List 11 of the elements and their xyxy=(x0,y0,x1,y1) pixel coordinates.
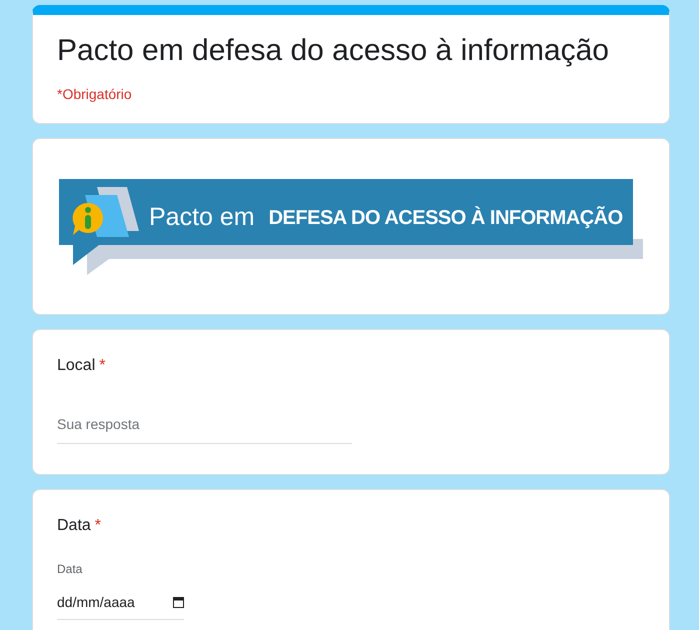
required-mark: * xyxy=(99,357,106,374)
banner-text: Pacto em xyxy=(149,202,255,233)
date-field[interactable]: dd/mm/aaaa xyxy=(57,588,184,620)
form-title: Pacto em defesa do acesso à informação xyxy=(57,33,610,69)
required-note: *Obrigatório xyxy=(57,85,133,104)
required-mark: * xyxy=(94,517,102,534)
banner-headline: DEFESA DO ACESSO À INFORMAÇÃO xyxy=(268,205,623,230)
question-label: Local xyxy=(57,357,96,374)
question-label: Data xyxy=(57,517,91,534)
date-value: dd/mm/aaaa xyxy=(57,593,135,612)
field-label: Data xyxy=(57,561,84,578)
